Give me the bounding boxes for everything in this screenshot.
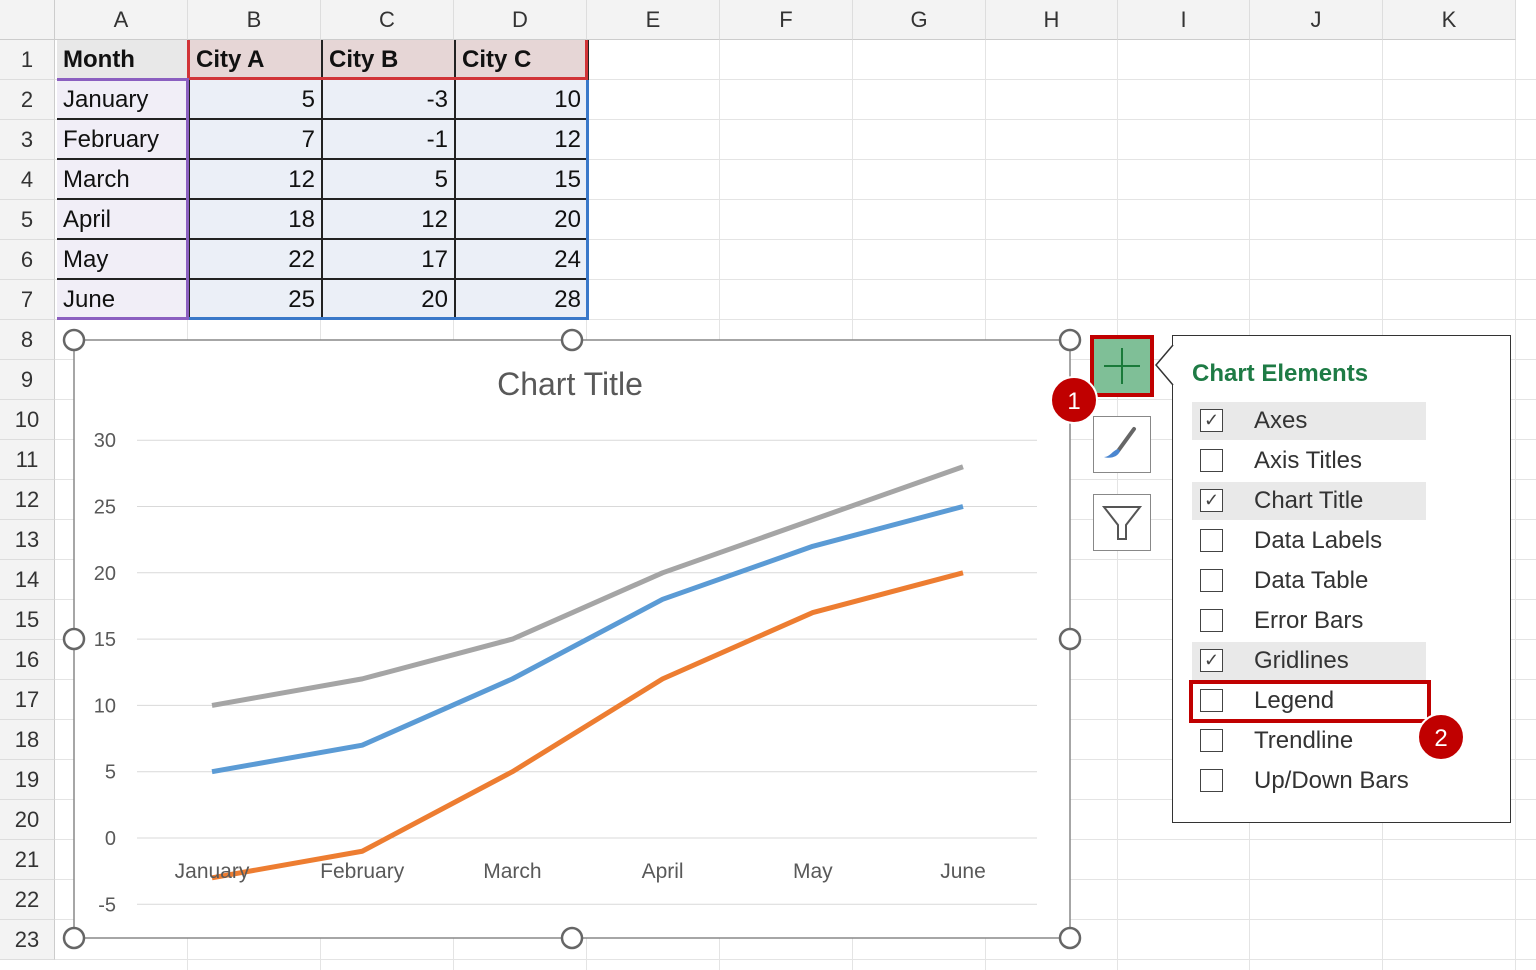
x-tick-label: March: [483, 860, 541, 883]
y-tick-label: 20: [94, 563, 116, 585]
item-label: Axes: [1254, 402, 1307, 440]
item-label: Up/Down Bars: [1254, 762, 1409, 800]
unchecked-checkbox-icon[interactable]: [1200, 609, 1223, 632]
unchecked-checkbox-icon[interactable]: [1200, 769, 1223, 792]
chart-element-data-labels[interactable]: Data Labels: [1192, 522, 1426, 560]
x-tick-label: April: [642, 860, 684, 883]
chart-element-data-table[interactable]: Data Table: [1192, 562, 1426, 600]
unchecked-checkbox-icon[interactable]: [1200, 569, 1223, 592]
resize-handle[interactable]: [1060, 330, 1080, 350]
chart-elements-button[interactable]: [1090, 335, 1154, 397]
y-tick-label: 25: [94, 497, 116, 519]
chart-element-axis-titles[interactable]: Axis Titles: [1192, 442, 1426, 480]
panel-title: Chart Elements: [1192, 360, 1368, 388]
resize-handle[interactable]: [1060, 629, 1080, 649]
unchecked-checkbox-icon[interactable]: [1200, 449, 1223, 472]
item-label: Data Table: [1254, 562, 1368, 600]
chart-element-error-bars[interactable]: Error Bars: [1192, 602, 1426, 640]
chart-element-gridlines[interactable]: ✓ Gridlines: [1192, 642, 1426, 680]
paintbrush-icon: [1094, 417, 1150, 471]
resize-handle[interactable]: [64, 928, 84, 948]
chart-styles-button[interactable]: [1093, 416, 1151, 473]
y-tick-label: 15: [94, 629, 116, 651]
checked-checkbox-icon[interactable]: ✓: [1200, 489, 1223, 512]
checked-checkbox-icon[interactable]: ✓: [1200, 649, 1223, 672]
chart-element-chart-title[interactable]: ✓ Chart Title: [1192, 482, 1426, 520]
resize-handle[interactable]: [562, 330, 582, 350]
x-tick-label: June: [940, 860, 986, 883]
resize-handle[interactable]: [64, 330, 84, 350]
y-tick-label: -5: [98, 894, 116, 916]
y-tick-label: 5: [105, 762, 116, 784]
panel-pointer: [1152, 345, 1176, 389]
unchecked-checkbox-icon[interactable]: [1200, 729, 1223, 752]
x-tick-label: January: [175, 860, 250, 883]
resize-handle[interactable]: [1060, 928, 1080, 948]
chart-title[interactable]: Chart Title: [497, 366, 643, 402]
step-badge-1: 1: [1050, 376, 1098, 424]
y-tick-label: 30: [94, 430, 116, 452]
y-tick-label: 0: [105, 828, 116, 850]
item-label: Error Bars: [1254, 602, 1363, 640]
item-label: Axis Titles: [1254, 442, 1362, 480]
resize-handle[interactable]: [64, 629, 84, 649]
item-label: Chart Title: [1254, 482, 1363, 520]
plus-icon: [1094, 339, 1150, 393]
item-label: Data Labels: [1254, 522, 1382, 560]
legend-highlight-box: [1189, 680, 1431, 723]
x-tick-label: May: [793, 860, 833, 883]
item-label: Gridlines: [1254, 642, 1349, 680]
chart-element-axes[interactable]: ✓ Axes: [1192, 402, 1426, 440]
filter-icon: [1094, 495, 1150, 549]
x-tick-label: February: [320, 860, 405, 883]
y-tick-label: 10: [94, 695, 116, 717]
checked-checkbox-icon[interactable]: ✓: [1200, 409, 1223, 432]
step-badge-2: 2: [1417, 713, 1465, 761]
resize-handle[interactable]: [562, 928, 582, 948]
chart-filters-button[interactable]: [1093, 494, 1151, 551]
chart-element-up-down-bars[interactable]: Up/Down Bars: [1192, 762, 1426, 800]
unchecked-checkbox-icon[interactable]: [1200, 529, 1223, 552]
chart-element-trendline[interactable]: Trendline: [1192, 722, 1426, 760]
item-label: Trendline: [1254, 722, 1353, 760]
